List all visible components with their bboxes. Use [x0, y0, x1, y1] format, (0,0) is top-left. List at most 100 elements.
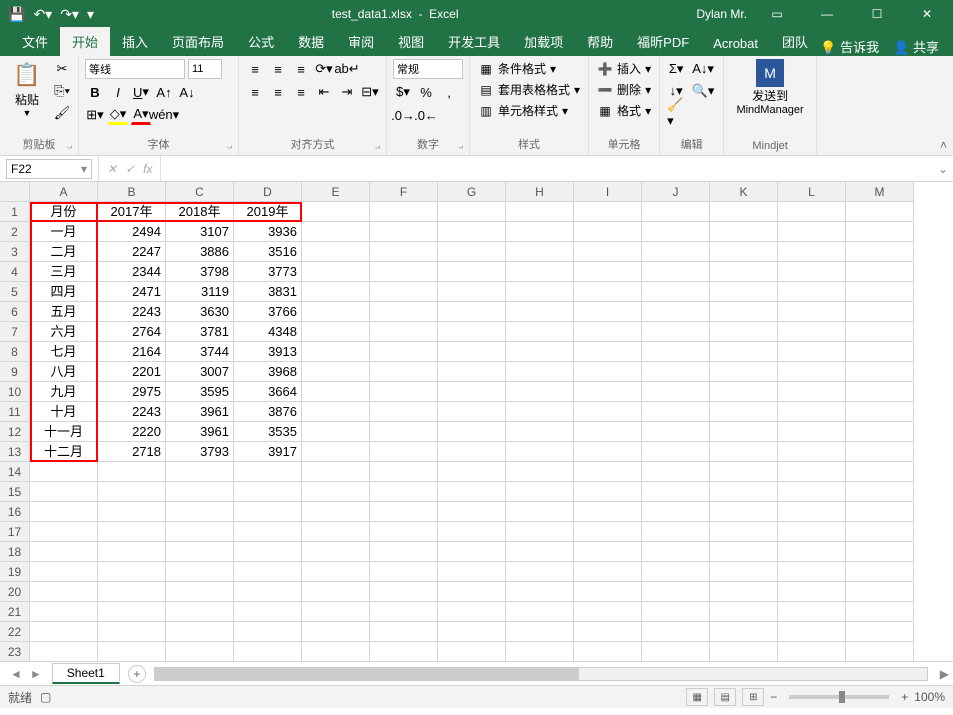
cell[interactable] [302, 502, 370, 522]
collapse-ribbon-icon[interactable]: ˄ [940, 138, 947, 152]
cell[interactable] [710, 542, 778, 562]
cell[interactable] [302, 442, 370, 462]
cell[interactable] [506, 382, 574, 402]
cell[interactable] [778, 302, 846, 322]
cell[interactable] [778, 482, 846, 502]
cell[interactable] [710, 642, 778, 662]
cell[interactable] [302, 322, 370, 342]
cell[interactable] [98, 602, 166, 622]
cell[interactable] [98, 642, 166, 662]
send-to-mindmanager-button[interactable]: M 发送到 MindManager [730, 59, 810, 116]
cell[interactable] [642, 242, 710, 262]
row-header[interactable]: 20 [0, 582, 30, 602]
cell[interactable]: 月份 [30, 202, 98, 222]
cell[interactable] [778, 222, 846, 242]
cell[interactable]: 3107 [166, 222, 234, 242]
cell[interactable] [846, 562, 914, 582]
tab-file[interactable]: 文件 [10, 27, 60, 56]
cell[interactable] [506, 422, 574, 442]
format-cells-button[interactable]: ▦格式 ▾ [595, 101, 653, 120]
cell[interactable] [166, 542, 234, 562]
cell[interactable] [778, 382, 846, 402]
row-header[interactable]: 19 [0, 562, 30, 582]
cell[interactable] [370, 542, 438, 562]
cell[interactable] [710, 342, 778, 362]
cell[interactable] [506, 622, 574, 642]
cell[interactable] [506, 402, 574, 422]
zoom-slider[interactable] [789, 695, 889, 699]
cell[interactable] [778, 342, 846, 362]
cell[interactable]: 3793 [166, 442, 234, 462]
cell[interactable] [166, 562, 234, 582]
cell[interactable]: 2764 [98, 322, 166, 342]
cell[interactable] [710, 382, 778, 402]
decrease-indent-icon[interactable]: ⇤ [314, 82, 334, 102]
cell[interactable] [370, 562, 438, 582]
font-size-combo[interactable] [188, 59, 222, 79]
cell[interactable]: 2718 [98, 442, 166, 462]
cell[interactable] [846, 502, 914, 522]
cell[interactable] [370, 622, 438, 642]
cell[interactable] [506, 222, 574, 242]
cell[interactable]: 3595 [166, 382, 234, 402]
column-header[interactable]: F [370, 182, 438, 202]
cell[interactable]: 八月 [30, 362, 98, 382]
cell[interactable] [98, 522, 166, 542]
cell[interactable] [778, 322, 846, 342]
cell[interactable] [302, 202, 370, 222]
cell[interactable] [846, 342, 914, 362]
cell[interactable] [506, 342, 574, 362]
clear-icon[interactable]: 🧹▾ [666, 103, 686, 123]
cell[interactable] [778, 462, 846, 482]
cell[interactable] [438, 542, 506, 562]
cell[interactable] [370, 482, 438, 502]
row-header[interactable]: 11 [0, 402, 30, 422]
cell[interactable]: 3535 [234, 422, 302, 442]
cell[interactable] [166, 622, 234, 642]
column-header[interactable]: M [846, 182, 914, 202]
horizontal-scrollbar[interactable] [154, 667, 928, 681]
undo-icon[interactable]: ↶▾ [33, 6, 52, 23]
row-header[interactable]: 3 [0, 242, 30, 262]
cell[interactable] [234, 642, 302, 662]
save-icon[interactable]: 💾 [8, 6, 25, 23]
font-name-combo[interactable] [85, 59, 185, 79]
cell[interactable]: 3664 [234, 382, 302, 402]
cell[interactable] [506, 322, 574, 342]
cell[interactable] [574, 282, 642, 302]
cell[interactable] [642, 502, 710, 522]
row-header[interactable]: 16 [0, 502, 30, 522]
cell[interactable] [302, 382, 370, 402]
cell[interactable] [778, 402, 846, 422]
cell[interactable] [370, 342, 438, 362]
cell[interactable]: 3936 [234, 222, 302, 242]
row-header[interactable]: 14 [0, 462, 30, 482]
add-sheet-button[interactable]: + [128, 665, 146, 683]
cell[interactable]: 2019年 [234, 202, 302, 222]
cell[interactable] [302, 262, 370, 282]
zoom-level[interactable]: 100% [914, 690, 945, 704]
cell[interactable] [234, 602, 302, 622]
cell[interactable] [302, 282, 370, 302]
cell[interactable] [778, 502, 846, 522]
cell[interactable] [30, 482, 98, 502]
cell[interactable]: 3516 [234, 242, 302, 262]
cell[interactable]: 3773 [234, 262, 302, 282]
cell[interactable]: 3007 [166, 362, 234, 382]
tab-developer[interactable]: 开发工具 [436, 27, 512, 56]
cell[interactable]: 3913 [234, 342, 302, 362]
cell[interactable] [370, 582, 438, 602]
cell[interactable] [438, 302, 506, 322]
column-header[interactable]: C [166, 182, 234, 202]
cell[interactable]: 五月 [30, 302, 98, 322]
cell[interactable] [710, 522, 778, 542]
italic-button[interactable]: I [108, 82, 128, 102]
cell[interactable] [234, 582, 302, 602]
cell[interactable] [506, 602, 574, 622]
cell[interactable] [710, 422, 778, 442]
cell[interactable] [438, 202, 506, 222]
format-as-table-button[interactable]: ▤套用表格格式 ▾ [476, 80, 582, 99]
cell[interactable] [302, 422, 370, 442]
increase-decimal-icon[interactable]: .0→ [393, 105, 413, 125]
cell[interactable] [370, 502, 438, 522]
